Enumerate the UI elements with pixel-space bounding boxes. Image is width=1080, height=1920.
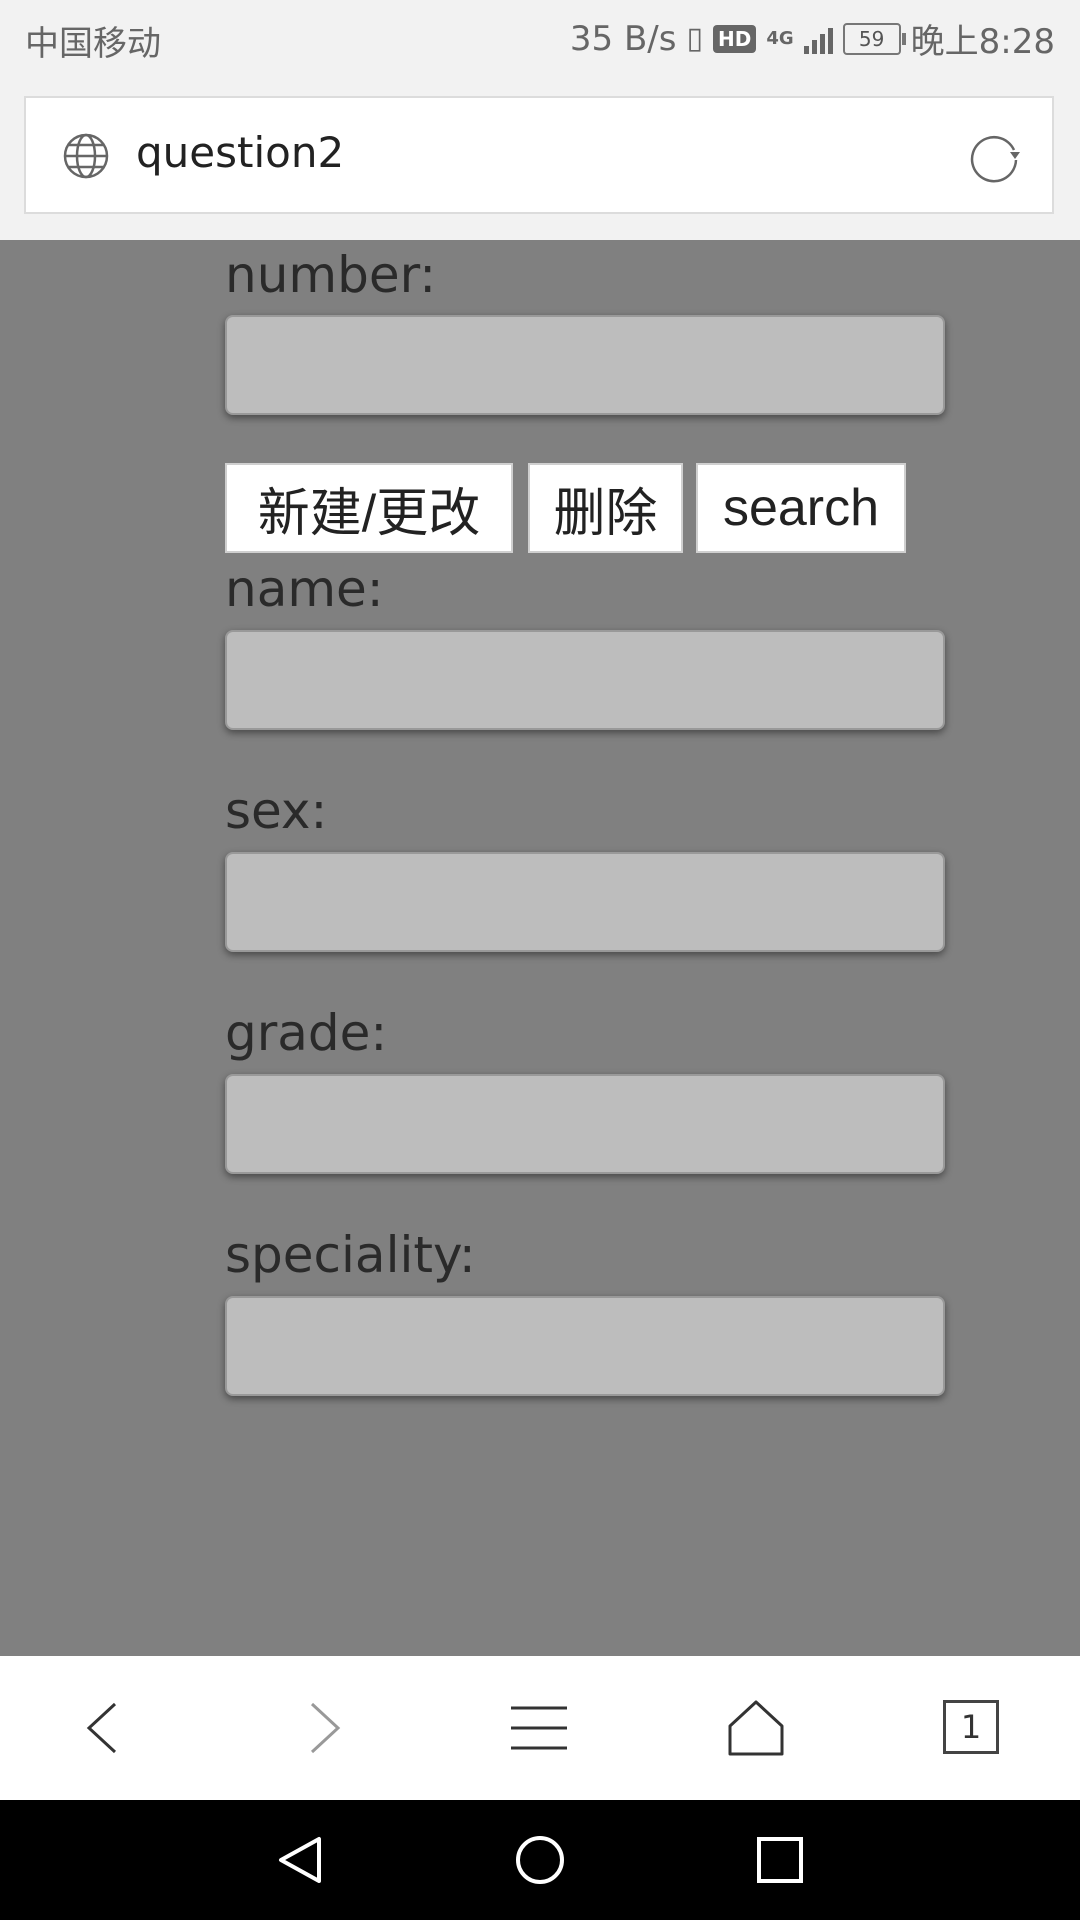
signal-icon [803, 24, 833, 54]
delete-button[interactable]: 删除 [528, 463, 683, 553]
status-bar: 中国移动 35 B/s ▯ HD 4G 59 晚上8:28 [0, 0, 1080, 76]
tab-count-button[interactable]: 1 [943, 1700, 999, 1754]
browser-toolbar [0, 1656, 1080, 1800]
clock: 晚上8:28 [910, 22, 1055, 62]
address-bar[interactable]: question2 [24, 96, 1054, 214]
status-icons: 35 B/s ▯ HD 4G 59 晚上8:28 [570, 14, 1055, 63]
grade-input[interactable] [225, 1074, 945, 1174]
grade-label: grade: [225, 1004, 388, 1062]
back-icon[interactable] [75, 1698, 135, 1758]
name-label: name: [225, 560, 384, 618]
vibrate-icon: ▯ [686, 21, 703, 56]
network-speed: 35 B/s [569, 18, 677, 59]
search-button[interactable]: search [696, 463, 906, 553]
globe-icon [63, 133, 109, 179]
number-label: number: [225, 246, 437, 304]
network-type: 4G [766, 28, 794, 49]
carrier-name: 中国移动 [25, 24, 161, 64]
speciality-input[interactable] [225, 1296, 945, 1396]
battery-icon: 59 [842, 22, 906, 55]
sex-label: sex: [225, 782, 328, 840]
speciality-label: speciality: [225, 1226, 476, 1284]
page-title: question2 [136, 128, 345, 177]
sex-input[interactable] [225, 852, 945, 952]
nav-back-icon[interactable] [275, 1835, 325, 1885]
hd-badge: HD [712, 24, 757, 53]
home-icon[interactable] [726, 1698, 786, 1758]
forward-icon[interactable] [292, 1698, 352, 1758]
create-update-button[interactable]: 新建/更改 [225, 463, 513, 553]
nav-home-icon[interactable] [515, 1835, 565, 1885]
system-nav-bar [0, 1800, 1080, 1920]
page-content: number: 新建/更改 删除 search name: sex: grade… [0, 240, 1080, 1656]
reload-icon[interactable] [968, 128, 1024, 184]
number-input[interactable] [225, 315, 945, 415]
name-input[interactable] [225, 630, 945, 730]
menu-icon[interactable] [509, 1698, 569, 1758]
nav-recents-icon[interactable] [755, 1835, 805, 1885]
